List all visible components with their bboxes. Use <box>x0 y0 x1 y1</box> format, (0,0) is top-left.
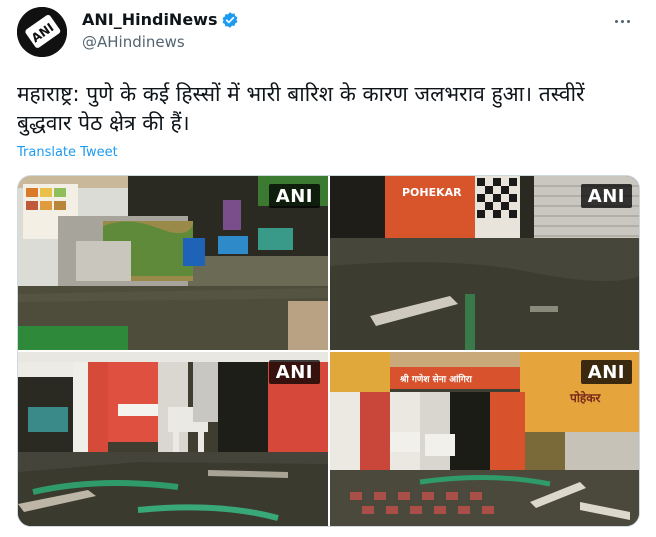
ani-logo-icon: ANI <box>17 7 67 57</box>
ani-watermark: ANI <box>580 360 632 384</box>
ani-watermark: ANI <box>268 360 320 384</box>
shop-sign-text: पोहेकर <box>569 391 602 405</box>
display-name[interactable]: ANI_HindiNews <box>82 10 217 29</box>
author-block: ANI_HindiNews @AHindinews <box>82 10 239 51</box>
shop-sign-text: POHEKAR <box>402 186 462 199</box>
tweet-card: ANI ANI_HindiNews @AHindinews महाराष्ट्र… <box>0 0 656 537</box>
media-grid: ANI POHEKAR ANI ANI श्री गणेश सेना आंगिर… <box>17 175 640 527</box>
shop-banner-text: श्री गणेश सेना आंगिरा <box>399 373 472 385</box>
photo-4[interactable]: श्री गणेश सेना आंगिरा पोहेकर ANI <box>330 352 639 526</box>
translate-tweet-link[interactable]: Translate Tweet <box>17 145 118 160</box>
tweet-text: महाराष्ट्र: पुणे के कई हिस्सों में भारी … <box>17 82 585 135</box>
avatar[interactable]: ANI <box>17 7 67 57</box>
photo-2[interactable]: POHEKAR ANI <box>330 176 639 350</box>
ani-watermark: ANI <box>268 184 320 208</box>
photo-3[interactable]: ANI <box>18 352 328 526</box>
ani-watermark: ANI <box>580 184 632 208</box>
verified-badge-icon <box>223 11 238 28</box>
more-options-icon[interactable] <box>610 12 634 30</box>
user-handle[interactable]: @AHindinews <box>82 33 239 51</box>
photo-1[interactable]: ANI <box>18 176 328 350</box>
